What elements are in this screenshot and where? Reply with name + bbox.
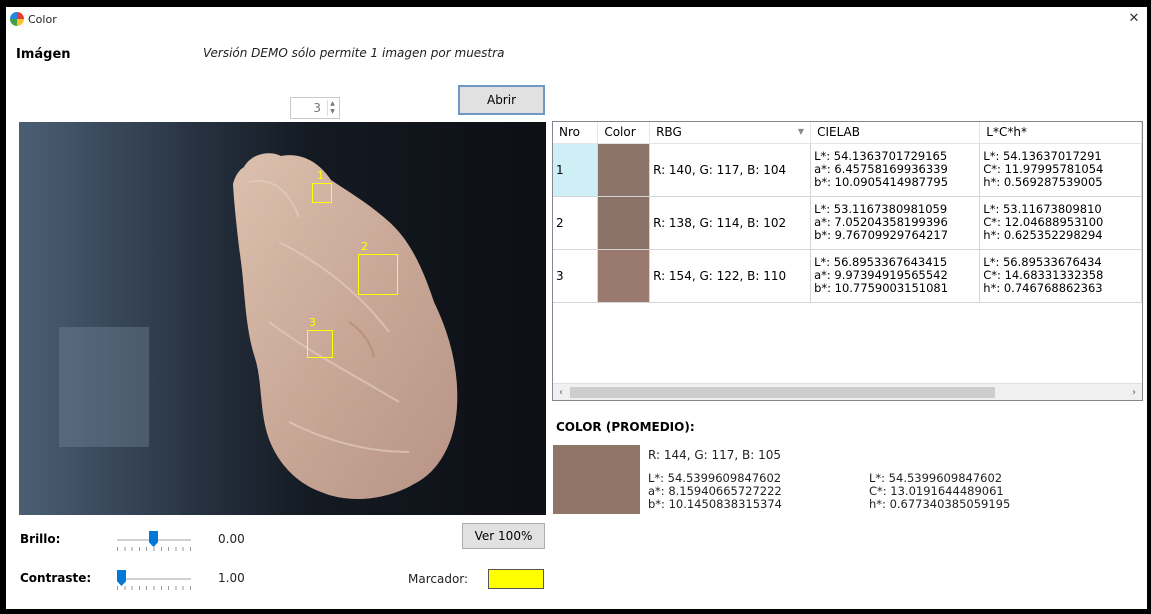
color-wheel-icon: [10, 12, 24, 26]
image-count-stepper[interactable]: 3 ▲ ▼: [290, 97, 340, 119]
sample-marker-2[interactable]: [358, 254, 398, 295]
cell-rgb[interactable]: R: 140, G: 117, B: 104: [649, 143, 812, 197]
average-rgb: R: 144, G: 117, B: 105: [648, 448, 782, 462]
open-button[interactable]: Abrir: [458, 85, 545, 115]
horizontal-scrollbar[interactable]: ‹ ›: [553, 383, 1142, 400]
samples-table: Nro Color RBG ▼ CIELAB L*C*h* 1 R: 140, G…: [553, 122, 1142, 303]
marker-color-swatch[interactable]: [488, 569, 544, 589]
slider-thumb[interactable]: [117, 570, 126, 586]
average-color-swatch: [553, 445, 640, 514]
cell-rgb[interactable]: R: 154, G: 122, B: 110: [649, 249, 812, 303]
samples-grid[interactable]: Nro Color RBG ▼ CIELAB L*C*h* 1 R: 140, G…: [552, 121, 1143, 401]
column-header-nro[interactable]: Nro: [553, 122, 599, 144]
cell-cielab[interactable]: L*: 56.8953367643415 a*: 9.9739491956554…: [810, 249, 981, 303]
marker-label-1: 1: [317, 169, 324, 182]
stepper-value: 3: [313, 101, 321, 115]
cell-lch[interactable]: L*: 54.13637017291 C*: 11.97995781054 h*…: [979, 143, 1142, 197]
average-cielab: L*: 54.5399609847602 a*: 8.1594066572722…: [648, 471, 782, 511]
column-header-lch[interactable]: L*C*h*: [979, 122, 1142, 144]
contrast-value: 1.00: [218, 571, 245, 585]
sample-marker-3[interactable]: [307, 330, 333, 358]
column-header-rgb[interactable]: RBG ▼: [649, 122, 812, 144]
stepper-arrows-icon[interactable]: ▲ ▼: [327, 100, 337, 116]
cell-nro[interactable]: 1: [553, 143, 599, 197]
cell-nro[interactable]: 3: [553, 249, 599, 303]
close-icon[interactable]: ✕: [1125, 11, 1143, 27]
table-row[interactable]: 2 R: 138, G: 114, B: 102 L*: 53.11673809…: [553, 196, 1142, 250]
brightness-label: Brillo:: [20, 532, 61, 546]
demo-note: Versión DEMO sólo permite 1 imagen por m…: [203, 46, 505, 60]
color-swatch: [598, 143, 649, 195]
cell-cielab[interactable]: L*: 53.1167380981059 a*: 7.0520435819939…: [810, 196, 981, 250]
sample-photo: [19, 122, 458, 515]
cell-lch[interactable]: L*: 56.89533676434 C*: 14.68331332358 h*…: [979, 249, 1142, 303]
brightness-value: 0.00: [218, 532, 245, 546]
table-row[interactable]: 1 R: 140, G: 117, B: 104 L*: 54.13637017…: [553, 143, 1142, 197]
scroll-right-icon[interactable]: ›: [1127, 385, 1141, 400]
color-swatch: [598, 249, 649, 301]
cell-color[interactable]: [597, 143, 651, 197]
table-row[interactable]: 3 R: 154, G: 122, B: 110 L*: 56.89533676…: [553, 249, 1142, 303]
marker-color-label: Marcador:: [408, 572, 469, 586]
average-color-title: COLOR (PROMEDIO):: [556, 420, 695, 434]
cell-nro[interactable]: 2: [553, 196, 599, 250]
title-bar: Color ✕: [6, 7, 1147, 31]
cell-cielab[interactable]: L*: 54.1363701729165 a*: 6.4575816993633…: [810, 143, 981, 197]
slider-thumb[interactable]: [149, 531, 158, 547]
window-title: Color: [28, 13, 57, 26]
color-swatch: [598, 196, 649, 248]
column-header-cielab[interactable]: CIELAB: [810, 122, 981, 144]
marker-label-3: 3: [309, 316, 316, 329]
cell-color[interactable]: [597, 196, 651, 250]
cell-rgb[interactable]: R: 138, G: 114, B: 102: [649, 196, 812, 250]
marker-label-2: 2: [361, 240, 368, 253]
cell-lch[interactable]: L*: 53.11673809810 C*: 12.04688953100 h*…: [979, 196, 1142, 250]
contrast-label: Contraste:: [20, 571, 92, 585]
sample-image-view[interactable]: 1 2 3: [19, 122, 546, 515]
contrast-slider[interactable]: [117, 569, 191, 590]
view-100-button[interactable]: Ver 100%: [462, 523, 545, 549]
cell-color[interactable]: [597, 249, 651, 303]
scrollbar-thumb[interactable]: [570, 387, 995, 398]
sample-marker-1[interactable]: [312, 183, 332, 203]
sort-down-icon: ▼: [797, 127, 805, 136]
column-header-color[interactable]: Color: [597, 122, 651, 144]
scroll-left-icon[interactable]: ‹: [554, 385, 568, 400]
brightness-slider[interactable]: [117, 530, 191, 551]
color-window: Color ✕ Imágen Versión DEMO sólo permite…: [6, 7, 1147, 609]
image-label: Imágen: [16, 47, 71, 62]
average-lch: L*: 54.5399609847602 C*: 13.019164448906…: [869, 471, 1011, 511]
